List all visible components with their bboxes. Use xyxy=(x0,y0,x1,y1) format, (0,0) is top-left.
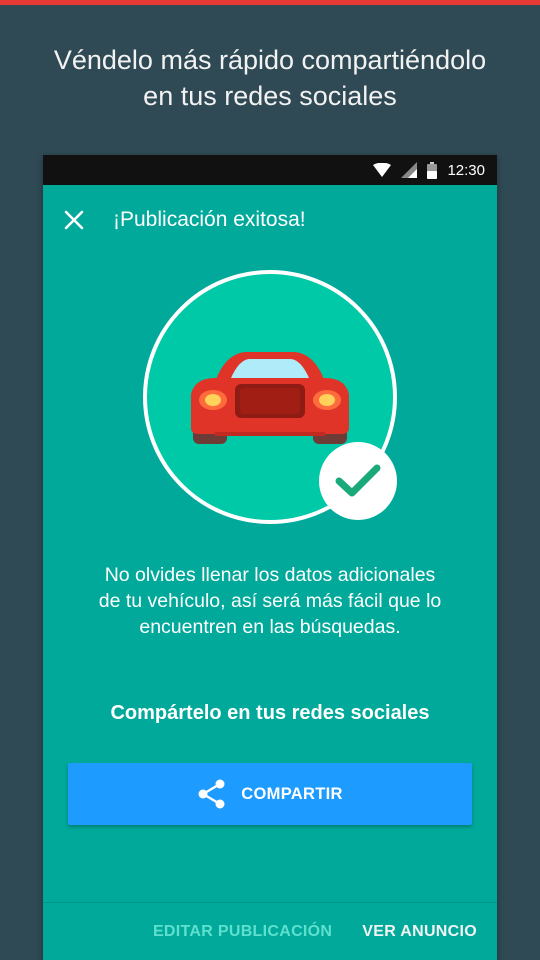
status-time: 12:30 xyxy=(447,161,485,179)
hero-illustration xyxy=(143,270,397,524)
check-icon xyxy=(335,464,381,497)
signal-icon xyxy=(401,162,418,178)
wifi-icon xyxy=(373,163,392,177)
status-bar: 12:30 xyxy=(43,155,497,185)
close-icon xyxy=(64,210,84,230)
page-title: ¡Publicación exitosa! xyxy=(113,208,306,231)
phone-screen: 12:30 ¡Publicación exitosa! No olvides l… xyxy=(43,155,497,960)
view-listing-button[interactable]: VER ANUNCIO xyxy=(362,923,477,941)
car-icon xyxy=(191,352,349,444)
promo-title: Véndelo más rápido compartiéndolo en tus… xyxy=(53,45,487,111)
top-accent-bar xyxy=(0,0,540,5)
share-title: Compártelo en tus redes sociales xyxy=(110,702,430,724)
edit-listing-button[interactable]: EDITAR PUBLICACIÓN xyxy=(153,923,332,941)
share-icon xyxy=(198,779,225,809)
share-button-label: COMPARTIR xyxy=(241,784,343,803)
info-message: No olvides llenar los datos adicionales … xyxy=(98,564,442,638)
app-bar: ¡Publicación exitosa! xyxy=(43,185,497,255)
share-button[interactable]: COMPARTIR xyxy=(68,763,472,825)
success-check-badge xyxy=(319,442,397,520)
close-button[interactable] xyxy=(61,207,87,233)
battery-icon xyxy=(427,161,438,179)
bottom-action-bar: EDITAR PUBLICACIÓN VER ANUNCIO xyxy=(43,902,497,960)
